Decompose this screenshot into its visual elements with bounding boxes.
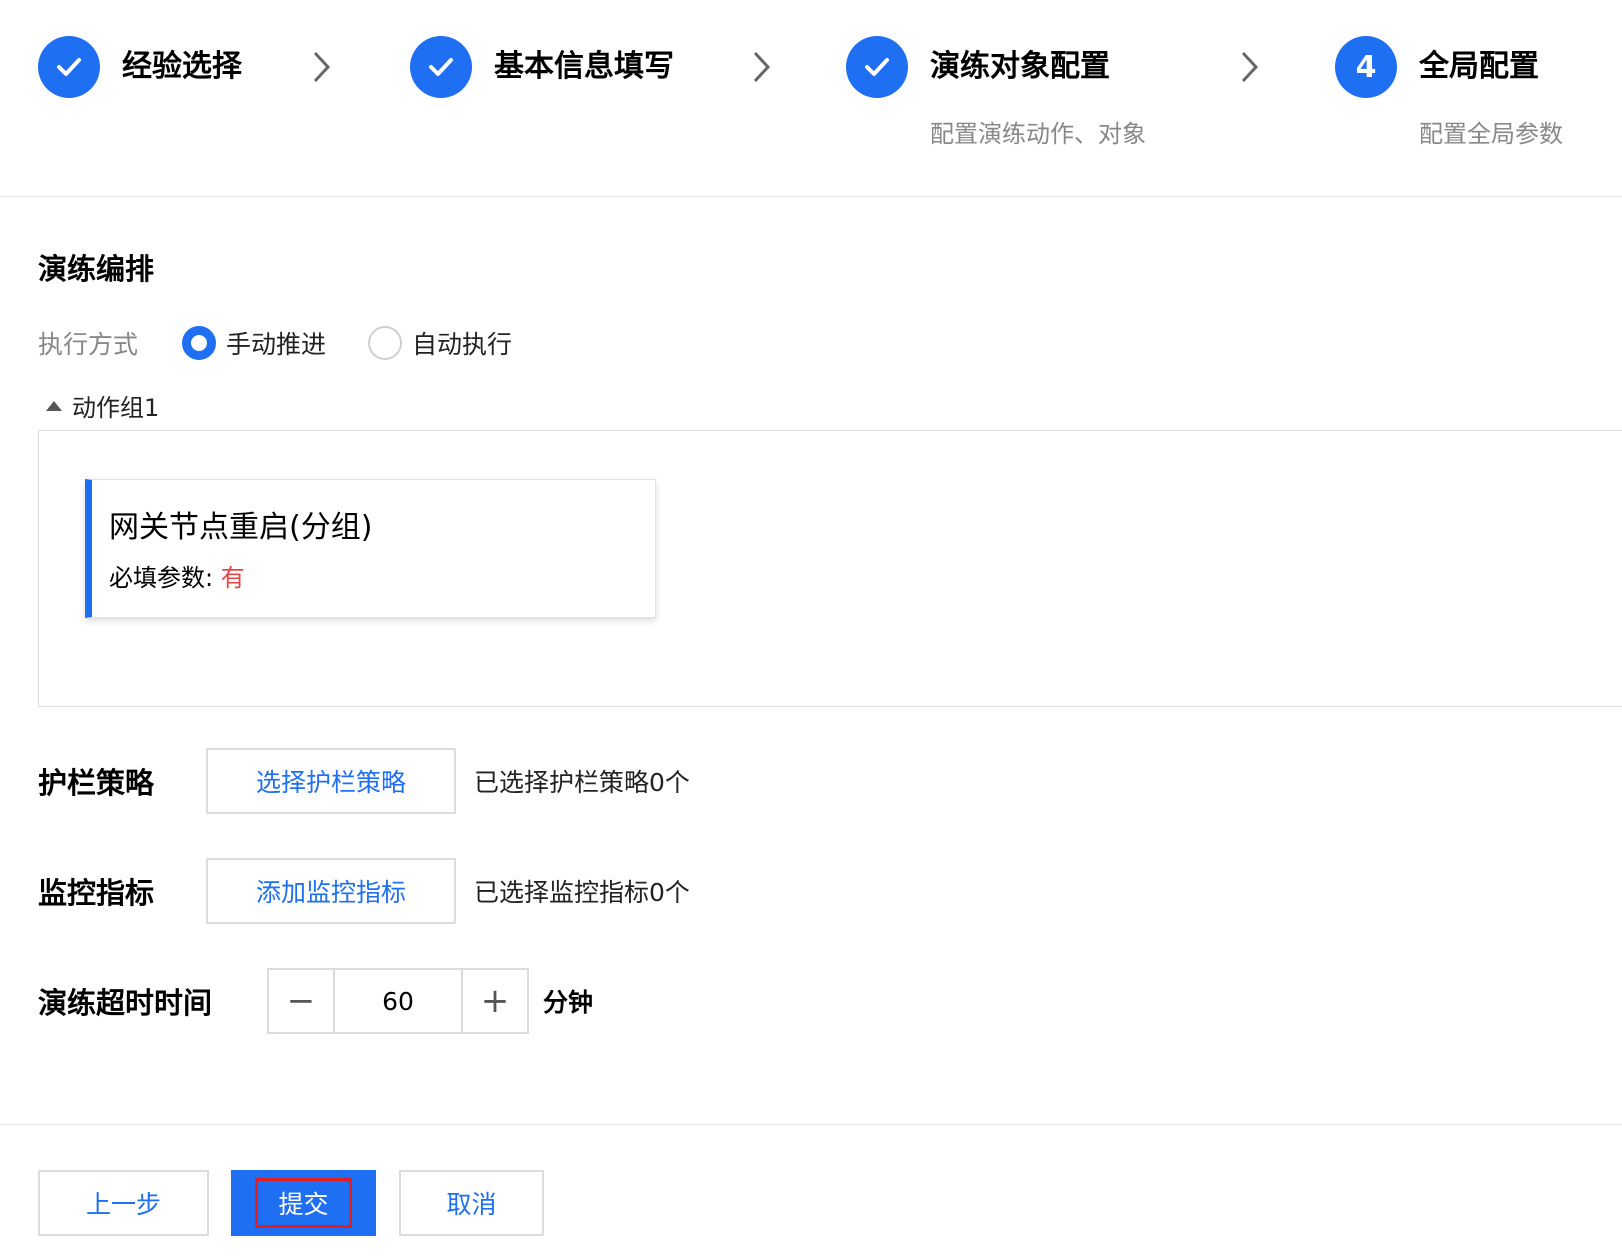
step-2[interactable]: 基本信息填写: [410, 36, 674, 98]
monitor-count: 已选择监控指标0个: [474, 878, 690, 907]
prev-button[interactable]: 上一步: [38, 1170, 209, 1236]
param-label: 必填参数:: [109, 564, 214, 592]
step-1[interactable]: 经验选择: [38, 36, 242, 98]
exec-mode-label: 执行方式: [38, 330, 139, 359]
step-3-desc: 配置演练动作、对象: [930, 120, 1146, 148]
action-group-toggle[interactable]: 动作组1: [46, 388, 159, 423]
step-4-desc: 配置全局参数: [1419, 120, 1563, 148]
caret-up-icon: [46, 400, 62, 411]
timeout-row: 演练超时时间 − 60 + 分钟: [38, 968, 593, 1034]
steps-bar: 经验选择 基本信息填写 演练对象配置 配置演练动作、对象 4 全局配置 配置全局…: [0, 0, 1622, 197]
chevron-right-icon: [1240, 50, 1260, 84]
monitor-row: 监控指标 添加监控指标 已选择监控指标0个: [38, 858, 690, 924]
radio-manual[interactable]: 手动推进: [182, 325, 326, 361]
timeout-stepper: − 60 +: [267, 968, 529, 1034]
step-4-title: 全局配置: [1419, 49, 1539, 84]
step-1-check-icon: [38, 36, 100, 98]
section-title: 演练编排: [38, 252, 155, 286]
action-card-param: 必填参数: 有: [109, 558, 655, 593]
footer-divider: [0, 1124, 1622, 1125]
step-2-check-icon: [410, 36, 472, 98]
param-value: 有: [220, 564, 245, 592]
step-3-check-icon: [846, 36, 908, 98]
chevron-right-icon: [312, 50, 332, 84]
action-card[interactable]: 网关节点重启(分组) 必填参数: 有: [85, 479, 656, 618]
select-guardrail-button[interactable]: 选择护栏策略: [206, 748, 456, 814]
guardrail-count: 已选择护栏策略0个: [474, 768, 690, 797]
exec-mode-row: 执行方式 手动推进 自动执行: [38, 323, 554, 363]
radio-checked-icon: [182, 326, 217, 360]
minus-icon[interactable]: −: [269, 970, 333, 1032]
timeout-input[interactable]: 60: [333, 970, 463, 1032]
step-4[interactable]: 4 全局配置 配置全局参数: [1335, 36, 1563, 149]
radio-unchecked-icon: [368, 326, 403, 360]
timeout-unit: 分钟: [543, 988, 594, 1017]
step-3-title: 演练对象配置: [930, 49, 1110, 84]
chevron-right-icon: [752, 50, 772, 84]
step-2-title: 基本信息填写: [494, 49, 674, 84]
submit-button[interactable]: 提交: [231, 1170, 376, 1236]
radio-manual-label: 手动推进: [226, 330, 327, 359]
radio-auto-label: 自动执行: [412, 330, 513, 359]
action-card-title: 网关节点重启(分组): [109, 510, 373, 545]
step-1-title: 经验选择: [122, 49, 242, 84]
plus-icon[interactable]: +: [463, 970, 527, 1032]
cancel-button[interactable]: 取消: [399, 1170, 544, 1236]
step-4-number: 4: [1335, 36, 1397, 98]
add-monitor-button[interactable]: 添加监控指标: [206, 858, 456, 924]
timeout-label: 演练超时时间: [38, 986, 213, 1020]
guardrail-row: 护栏策略 选择护栏策略 已选择护栏策略0个: [38, 748, 690, 814]
page: 经验选择 基本信息填写 演练对象配置 配置演练动作、对象 4 全局配置 配置全局…: [0, 0, 1622, 1260]
action-group-box: 网关节点重启(分组) 必填参数: 有: [38, 430, 1622, 707]
monitor-label: 监控指标: [38, 876, 155, 910]
action-group-label: 动作组1: [72, 394, 160, 422]
radio-auto[interactable]: 自动执行: [368, 325, 512, 361]
step-3[interactable]: 演练对象配置 配置演练动作、对象: [846, 36, 1146, 149]
guardrail-label: 护栏策略: [38, 766, 155, 800]
submit-label: 提交: [255, 1178, 352, 1228]
